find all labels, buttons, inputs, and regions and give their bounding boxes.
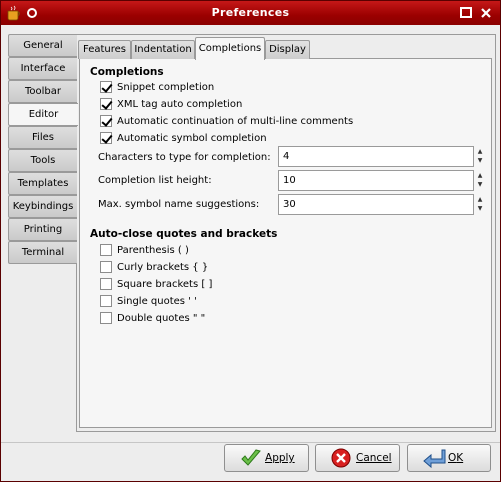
max-suggestions-label: Max. symbol name suggestions: bbox=[98, 199, 260, 210]
checkbox-box[interactable] bbox=[100, 278, 112, 290]
square-brackets-checkbox[interactable]: Square brackets [ ] bbox=[100, 278, 300, 292]
snippet-completion-checkbox[interactable]: Snippet completion bbox=[100, 81, 400, 95]
cancel-label: Cancel bbox=[356, 452, 392, 464]
category-tab-keybindings[interactable]: Keybindings bbox=[8, 195, 77, 218]
list-height-spinner[interactable]: ▲ ▼ bbox=[476, 171, 484, 192]
single-quotes-checkbox[interactable]: Single quotes ' ' bbox=[100, 295, 300, 309]
checkbox-label: Snippet completion bbox=[117, 82, 215, 93]
double-quotes-checkbox[interactable]: Double quotes " " bbox=[100, 312, 300, 326]
category-tab-editor[interactable]: Editor bbox=[8, 103, 78, 126]
cancel-button[interactable]: Cancel bbox=[315, 444, 400, 472]
chars-to-type-label: Characters to type for completion: bbox=[98, 152, 271, 163]
category-tab-toolbar[interactable]: Toolbar bbox=[8, 80, 77, 103]
category-tab-templates[interactable]: Templates bbox=[8, 172, 77, 195]
max-suggestions-input[interactable]: 30 bbox=[278, 194, 474, 215]
button-divider bbox=[1, 442, 500, 443]
enter-arrow-icon bbox=[423, 449, 446, 469]
checkmark-icon bbox=[241, 449, 261, 466]
checkbox-box[interactable] bbox=[100, 312, 112, 324]
close-icon[interactable] bbox=[479, 6, 494, 20]
checkbox-box[interactable] bbox=[100, 295, 112, 307]
chars-to-type-spinner[interactable]: ▲ ▼ bbox=[476, 147, 484, 168]
checkbox-label: Parenthesis ( ) bbox=[117, 245, 189, 256]
maximize-icon[interactable] bbox=[459, 6, 474, 20]
tab-completions[interactable]: Completions bbox=[195, 37, 265, 60]
checkbox-label: Double quotes " " bbox=[117, 313, 206, 324]
checkbox-box[interactable] bbox=[100, 132, 112, 144]
curly-brackets-checkbox[interactable]: Curly brackets { } bbox=[100, 261, 300, 275]
completions-section-title: Completions bbox=[90, 66, 164, 78]
category-tab-general[interactable]: General bbox=[8, 34, 77, 57]
completions-panel bbox=[79, 58, 492, 428]
apply-label: Apply bbox=[265, 452, 295, 464]
ok-label: OK bbox=[448, 452, 464, 464]
checkbox-box[interactable] bbox=[100, 261, 112, 273]
title-bar[interactable]: Preferences bbox=[1, 1, 500, 25]
xml-tag-completion-checkbox[interactable]: XML tag auto completion bbox=[100, 98, 400, 112]
checkbox-label: Automatic symbol completion bbox=[117, 133, 267, 144]
symbol-completion-checkbox[interactable]: Automatic symbol completion bbox=[100, 132, 400, 146]
checkbox-label: XML tag auto completion bbox=[117, 99, 243, 110]
checkbox-box[interactable] bbox=[100, 98, 112, 110]
checkbox-label: Automatic continuation of multi-line com… bbox=[117, 116, 354, 127]
checkbox-label: Single quotes ' ' bbox=[117, 296, 197, 307]
autoclose-section-title: Auto-close quotes and brackets bbox=[90, 228, 278, 240]
category-tab-files[interactable]: Files bbox=[8, 126, 77, 149]
apply-button[interactable]: Apply bbox=[224, 444, 309, 472]
preferences-window: Preferences General Interface Toolbar Ed… bbox=[0, 0, 501, 482]
window-title: Preferences bbox=[211, 6, 290, 19]
tab-indentation[interactable]: Indentation bbox=[131, 40, 195, 59]
chars-to-type-input[interactable]: 4 bbox=[278, 146, 474, 167]
checkbox-label: Curly brackets { } bbox=[117, 262, 209, 273]
category-tabs: General Interface Toolbar Editor Files T… bbox=[8, 34, 78, 264]
list-height-input[interactable]: 10 bbox=[278, 170, 474, 191]
parenthesis-checkbox[interactable]: Parenthesis ( ) bbox=[100, 244, 300, 258]
checkbox-box[interactable] bbox=[100, 244, 112, 256]
category-tab-interface[interactable]: Interface bbox=[8, 57, 77, 80]
checkbox-label: Square brackets [ ] bbox=[117, 279, 213, 290]
cancel-icon bbox=[331, 448, 351, 468]
list-height-label: Completion list height: bbox=[98, 175, 212, 186]
checkbox-box[interactable] bbox=[100, 115, 112, 127]
checkbox-box[interactable] bbox=[100, 81, 112, 93]
category-tab-printing[interactable]: Printing bbox=[8, 218, 77, 241]
category-tab-tools[interactable]: Tools bbox=[8, 149, 77, 172]
tab-features[interactable]: Features bbox=[78, 40, 131, 59]
ok-button[interactable]: OK bbox=[407, 444, 491, 472]
tab-display[interactable]: Display bbox=[265, 40, 310, 59]
category-tab-terminal[interactable]: Terminal bbox=[8, 241, 77, 264]
max-suggestions-spinner[interactable]: ▲ ▼ bbox=[476, 195, 484, 216]
multiline-comments-checkbox[interactable]: Automatic continuation of multi-line com… bbox=[100, 115, 400, 129]
